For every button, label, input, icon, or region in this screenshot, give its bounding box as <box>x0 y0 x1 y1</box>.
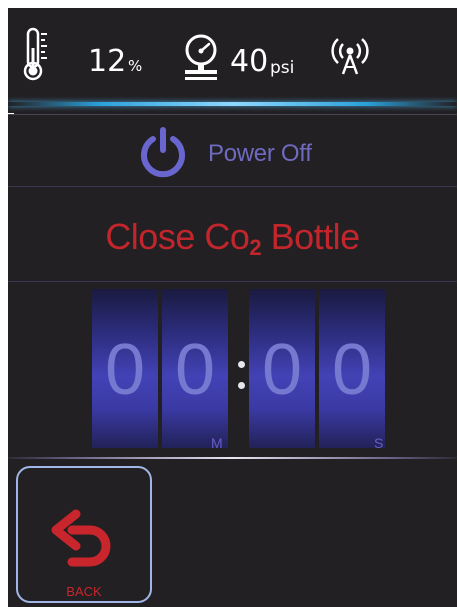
divider <box>8 186 457 187</box>
level-value: 12 <box>88 44 127 79</box>
screen: 12 % 40 psi Power Off Close Co2 Bottle 0… <box>8 8 457 607</box>
back-label: BACK <box>66 584 102 599</box>
glow-divider <box>8 102 457 106</box>
thermometer-icon <box>23 27 47 81</box>
seconds-label: S <box>374 435 384 451</box>
pressure-unit: psi <box>270 58 295 78</box>
divider <box>8 281 457 282</box>
power-label: Power Off <box>208 140 312 167</box>
message-prefix: Close Co <box>105 216 250 257</box>
timer-digit-value: 0 <box>104 330 146 410</box>
message-subscript: 2 <box>249 235 262 260</box>
status-bar: 12 % 40 psi <box>8 8 457 106</box>
back-button[interactable]: BACK <box>16 466 152 603</box>
minutes-label: M <box>211 435 223 451</box>
timer-colon <box>238 382 245 389</box>
status-message: Close Co2 Bottle <box>8 216 457 261</box>
timer-digit-value: 0 <box>261 330 303 410</box>
timer-digit-value: 0 <box>331 330 373 410</box>
timer-digit: 0 <box>319 289 385 448</box>
pressure-gauge-icon <box>185 34 217 80</box>
power-icon <box>141 127 185 178</box>
timer-digit: 0 <box>92 289 158 448</box>
wireless-signal-icon <box>331 38 369 75</box>
back-arrow-icon <box>51 509 111 567</box>
power-toggle[interactable]: Power Off <box>136 126 396 178</box>
divider <box>8 457 457 459</box>
timer-digit: 0 <box>162 289 228 448</box>
timer-digit: 0 <box>249 289 315 448</box>
divider <box>8 114 457 115</box>
level-unit: % <box>128 57 143 75</box>
message-suffix: Bottle <box>261 216 361 257</box>
timer-colon <box>238 361 245 368</box>
timer-digit-value: 0 <box>174 330 216 410</box>
pressure-value: 40 <box>230 44 269 79</box>
